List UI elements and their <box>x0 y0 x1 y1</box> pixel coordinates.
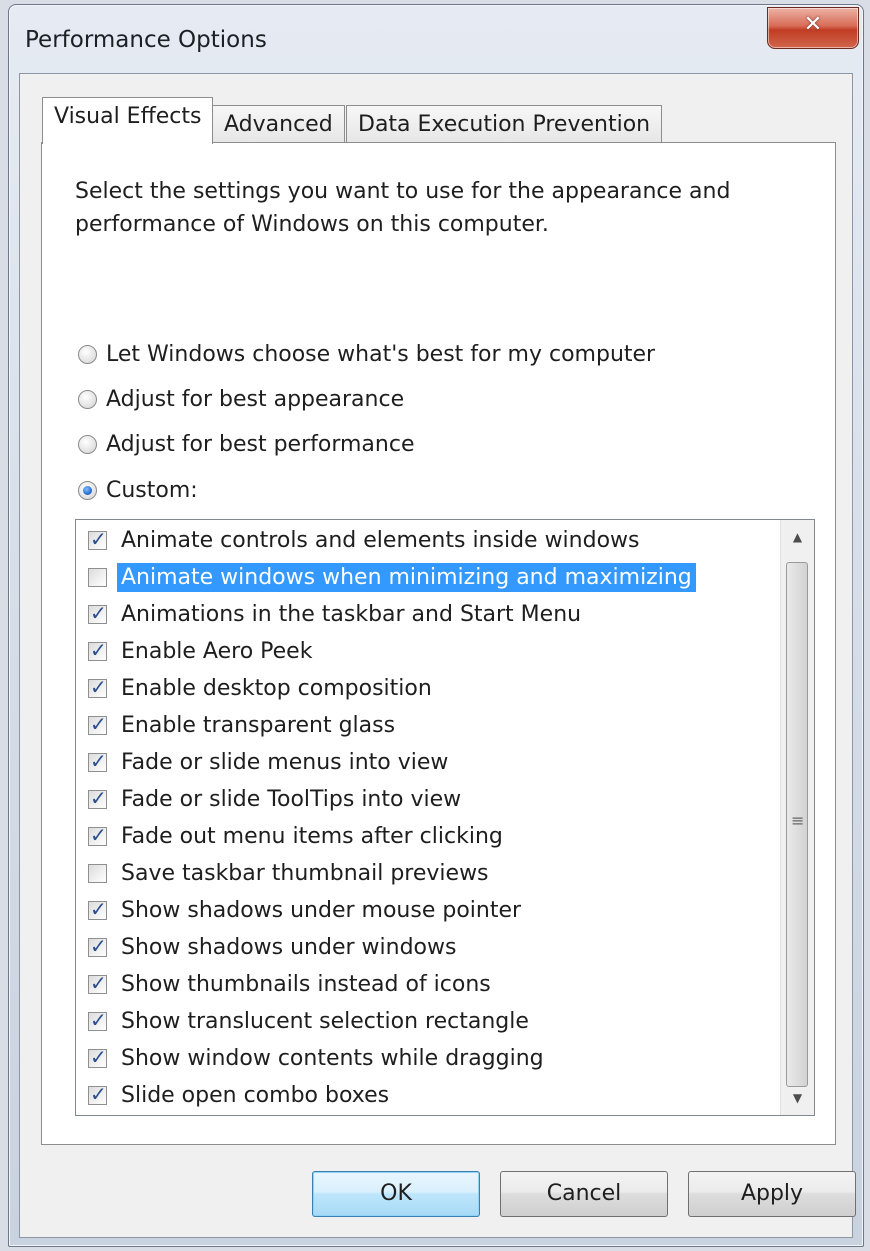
checkmark-icon: ✓ <box>90 934 107 958</box>
checkbox-checked[interactable]: ✓ <box>88 601 107 625</box>
tab-data-execution-prevention[interactable]: Data Execution Prevention <box>346 105 663 143</box>
list-item-label: Enable desktop composition <box>121 676 432 701</box>
checkmark-icon: ✓ <box>90 749 107 773</box>
checkbox-unchecked[interactable] <box>88 864 107 883</box>
checkmark-icon: ✓ <box>90 786 107 810</box>
description-text: Select the settings you want to use for … <box>75 179 731 237</box>
checkmark-icon: ✓ <box>90 1008 107 1032</box>
close-button[interactable]: ✕ <box>767 7 859 49</box>
ok-button[interactable]: OK <box>312 1171 480 1217</box>
radio-button-selected[interactable] <box>78 480 97 500</box>
list-item-label: Animations in the taskbar and Start Menu <box>121 602 582 627</box>
visual-effects-panel: Select the settings you want to use for … <box>41 142 836 1145</box>
radio-custom[interactable]: Custom: <box>78 474 198 506</box>
radio-best-appearance[interactable]: Adjust for best appearance <box>78 383 404 415</box>
checkbox-checked[interactable]: ✓ <box>88 1008 107 1032</box>
apply-button[interactable]: Apply <box>688 1171 856 1217</box>
checkbox-checked[interactable]: ✓ <box>88 712 107 736</box>
list-item[interactable]: ✓ Show shadows under windows <box>76 929 766 966</box>
checkbox-checked[interactable]: ✓ <box>88 897 107 921</box>
checkmark-icon: ✓ <box>90 1082 107 1106</box>
grip-icon: ≡ <box>791 811 805 830</box>
list-item-label: Animate controls and elements inside win… <box>121 528 640 553</box>
list-item-label: Enable transparent glass <box>121 713 396 738</box>
radio-label: Custom: <box>106 477 198 503</box>
list-item[interactable]: ✓ Show window contents while dragging <box>76 1040 766 1077</box>
checkmark-icon: ✓ <box>90 1045 107 1069</box>
list-item[interactable]: ✓ Slide open combo boxes <box>76 1077 766 1114</box>
radio-best-performance[interactable]: Adjust for best performance <box>78 428 414 460</box>
checkmark-icon: ✓ <box>90 971 107 995</box>
vertical-scrollbar[interactable]: ▲ ≡ ▼ <box>780 520 814 1115</box>
checkmark-icon: ✓ <box>90 712 107 736</box>
checkbox-checked[interactable]: ✓ <box>88 823 107 847</box>
list-item-label: Show shadows under windows <box>121 935 457 960</box>
checkbox-unchecked[interactable] <box>88 568 107 587</box>
list-items: ✓ Animate controls and elements inside wi… <box>76 522 766 1115</box>
checkbox-checked[interactable]: ✓ <box>88 1045 107 1069</box>
list-item[interactable]: ✓Smooth edges of screen fonts <box>76 1114 766 1115</box>
list-item-label: Fade or slide menus into view <box>121 750 449 775</box>
checkbox-checked[interactable]: ✓ <box>88 527 107 551</box>
list-item[interactable]: ✓ Enable transparent glass <box>76 707 766 744</box>
checkbox-checked[interactable]: ✓ <box>88 786 107 810</box>
window-title: Performance Options <box>25 27 267 53</box>
list-item-label: Enable Aero Peek <box>121 639 313 664</box>
checkbox-checked[interactable]: ✓ <box>88 1082 107 1106</box>
title-bar[interactable]: Performance Options ✕ <box>9 5 863 73</box>
dialog-client-area: Visual Effects Advanced Data Execution P… <box>19 73 856 1238</box>
radio-button[interactable] <box>78 389 97 409</box>
checkmark-icon: ✓ <box>90 675 107 699</box>
tab-visual-effects[interactable]: Visual Effects <box>42 97 214 144</box>
checkbox-checked[interactable]: ✓ <box>88 638 107 662</box>
list-item-label: Fade or slide ToolTips into view <box>121 787 462 812</box>
list-item[interactable]: ✓ Show thumbnails instead of icons <box>76 966 766 1003</box>
list-item[interactable]: ✓ Animate controls and elements inside wi… <box>76 522 766 559</box>
visual-effects-list[interactable]: ✓ Animate controls and elements inside wi… <box>75 519 815 1116</box>
list-item-label: Fade out menu items after clicking <box>121 824 503 849</box>
scroll-up-icon[interactable]: ▲ <box>781 520 814 554</box>
list-item-label: Slide open combo boxes <box>121 1083 390 1108</box>
cancel-button[interactable]: Cancel <box>500 1171 668 1217</box>
checkmark-icon: ✓ <box>90 527 107 551</box>
radio-button[interactable] <box>78 434 97 454</box>
list-item[interactable]: Animate windows when minimizing and maxi… <box>76 559 766 596</box>
list-item-label: Save taskbar thumbnail previews <box>121 861 489 886</box>
scroll-thumb[interactable]: ≡ <box>786 562 808 1087</box>
list-item-label: Show translucent selection rectangle <box>121 1009 529 1034</box>
checkmark-icon: ✓ <box>90 823 107 847</box>
list-item-label: Animate windows when minimizing and maxi… <box>117 563 696 592</box>
tab-advanced[interactable]: Advanced <box>212 105 345 143</box>
list-item-label: Show shadows under mouse pointer <box>121 898 522 923</box>
close-icon: ✕ <box>803 12 823 37</box>
list-item-label: Show window contents while dragging <box>121 1046 544 1071</box>
radio-label: Let Windows choose what's best for my co… <box>106 341 656 367</box>
checkbox-checked[interactable]: ✓ <box>88 934 107 958</box>
radio-label: Adjust for best performance <box>106 431 415 457</box>
checkmark-icon: ✓ <box>90 897 107 921</box>
list-item[interactable]: ✓ Enable desktop composition <box>76 670 766 707</box>
list-item[interactable]: ✓ Fade or slide ToolTips into view <box>76 781 766 818</box>
list-item[interactable]: ✓ Fade out menu items after clicking <box>76 818 766 855</box>
checkmark-icon: ✓ <box>90 638 107 662</box>
list-item[interactable]: ✓ Show shadows under mouse pointer <box>76 892 766 929</box>
list-item-label: Show thumbnails instead of icons <box>121 972 491 997</box>
scroll-down-icon[interactable]: ▼ <box>781 1081 814 1115</box>
list-item[interactable]: ✓ Enable Aero Peek <box>76 633 766 670</box>
list-item[interactable]: ✓ Show translucent selection rectangle <box>76 1003 766 1040</box>
list-item[interactable]: ✓ Animations in the taskbar and Start Men… <box>76 596 766 633</box>
radio-label: Adjust for best appearance <box>106 386 405 412</box>
checkmark-icon: ✓ <box>90 601 107 625</box>
checkbox-checked[interactable]: ✓ <box>88 675 107 699</box>
radio-button[interactable] <box>78 344 97 364</box>
list-item[interactable]: ✓ Fade or slide menus into view <box>76 744 766 781</box>
performance-options-window: Performance Options ✕ Visual Effects Adv… <box>8 4 864 1247</box>
checkbox-checked[interactable]: ✓ <box>88 749 107 773</box>
radio-let-windows-choose[interactable]: Let Windows choose what's best for my co… <box>78 338 655 370</box>
checkbox-checked[interactable]: ✓ <box>88 971 107 995</box>
list-item[interactable]: Save taskbar thumbnail previews <box>76 855 766 892</box>
